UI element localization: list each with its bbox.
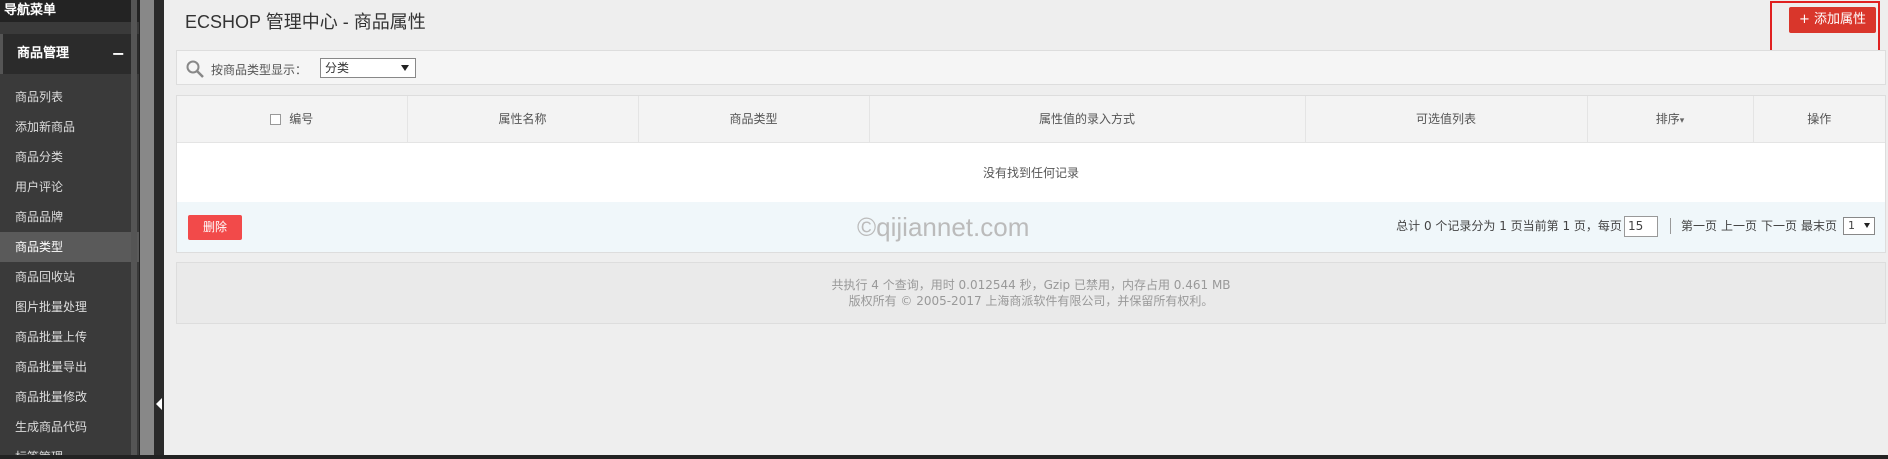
collapse-arrow-icon[interactable]	[156, 398, 162, 410]
attribute-table: 编号 属性名称 商品类型 属性值的录入方式 可选值列表 排序▾ 操作 没有找到任…	[176, 95, 1886, 253]
sidebar-gap	[140, 0, 154, 459]
chevron-down-icon	[401, 65, 409, 71]
next-page-link[interactable]: 下一页	[1761, 215, 1797, 237]
col-id-label: 编号	[289, 112, 314, 127]
sidebar-item[interactable]: 商品批量导出	[0, 352, 139, 382]
sidebar-toggle-bar[interactable]	[154, 0, 164, 459]
col-attr-name: 属性名称	[407, 96, 639, 143]
main-content: ECSHOP 管理中心 - 商品属性 + 添加属性 按商品类型显示： 分类 编号…	[164, 0, 1888, 459]
sidebar: 导航菜单 商品管理 − 商品列表 添加新商品 商品分类 用户评论 商品品牌 商品…	[0, 0, 140, 459]
col-input-type: 属性值的录入方式	[869, 96, 1306, 143]
sidebar-item[interactable]: 商品回收站	[0, 262, 139, 292]
col-values: 可选值列表	[1305, 96, 1588, 143]
pagination: 总计 0 个记录分为 1 页当前第 1 页，每页 15 第一页 上一页 下一页 …	[1396, 215, 1875, 237]
section-label: 商品管理	[17, 46, 70, 61]
sidebar-item[interactable]: 生成商品代码	[0, 412, 139, 442]
delete-button[interactable]: 删除	[188, 215, 242, 240]
select-value: 分类	[325, 61, 350, 75]
page-title: ECSHOP 管理中心 - 商品属性	[185, 12, 426, 32]
sidebar-item[interactable]: 商品品牌	[0, 202, 139, 232]
sidebar-item-active[interactable]: 商品类型	[0, 232, 139, 262]
table-footer: 删除 ©qijiannet.com 总计 0 个记录分为 1 页当前第 1 页，…	[177, 202, 1885, 252]
col-goods-type: 商品类型	[638, 96, 870, 143]
sidebar-menu: 商品列表 添加新商品 商品分类 用户评论 商品品牌 商品类型 商品回收站 图片批…	[0, 82, 139, 459]
filter-bar: 按商品类型显示： 分类	[176, 50, 1886, 85]
sidebar-item[interactable]: 商品批量上传	[0, 322, 139, 352]
goods-type-select[interactable]: 分类	[320, 58, 416, 78]
last-page-link[interactable]: 最末页	[1801, 215, 1837, 237]
pager-divider	[1669, 218, 1671, 234]
per-page-input[interactable]: 15	[1623, 215, 1658, 237]
page-select[interactable]: 1	[1843, 217, 1875, 235]
sidebar-item[interactable]: 商品分类	[0, 142, 139, 172]
first-page-link[interactable]: 第一页	[1681, 215, 1717, 237]
sidebar-item[interactable]: 图片批量处理	[0, 292, 139, 322]
page-select-value: 1	[1848, 219, 1855, 232]
watermark: ©qijiannet.com	[857, 212, 1030, 242]
copyright: 版权所有 © 2005-2017 上海商派软件有限公司，并保留所有权利。	[848, 294, 1214, 308]
query-stats: 共执行 4 个查询，用时 0.012544 秒，Gzip 已禁用，内存占用 0.…	[831, 278, 1231, 292]
chevron-down-icon	[1864, 223, 1870, 228]
stats-footer: 共执行 4 个查询，用时 0.012544 秒，Gzip 已禁用，内存占用 0.…	[176, 262, 1886, 324]
pager-summary: 总计 0 个记录分为 1 页当前第 1 页，每页	[1396, 219, 1622, 233]
section-header-goods[interactable]: 商品管理 −	[0, 34, 139, 74]
col-sort-label: 排序	[1655, 112, 1680, 127]
select-all-checkbox[interactable]	[270, 114, 282, 126]
sidebar-item[interactable]: 商品列表	[0, 82, 139, 112]
sidebar-item[interactable]: 商品批量修改	[0, 382, 139, 412]
sidebar-scrollbar[interactable]	[131, 0, 137, 459]
prev-page-link[interactable]: 上一页	[1721, 215, 1757, 237]
collapse-icon[interactable]: −	[112, 34, 125, 74]
sidebar-item[interactable]: 添加新商品	[0, 112, 139, 142]
col-actions: 操作	[1753, 96, 1885, 143]
sort-icon[interactable]: ▾	[1680, 116, 1685, 126]
empty-message: 没有找到任何记录	[177, 142, 1885, 202]
col-id[interactable]: 编号	[177, 96, 408, 143]
search-icon	[186, 60, 204, 78]
col-sort[interactable]: 排序▾	[1587, 96, 1754, 143]
bottom-border	[0, 455, 1888, 459]
sidebar-title: 导航菜单	[0, 0, 139, 22]
filter-label: 按商品类型显示：	[211, 63, 308, 77]
sidebar-item[interactable]: 用户评论	[0, 172, 139, 202]
